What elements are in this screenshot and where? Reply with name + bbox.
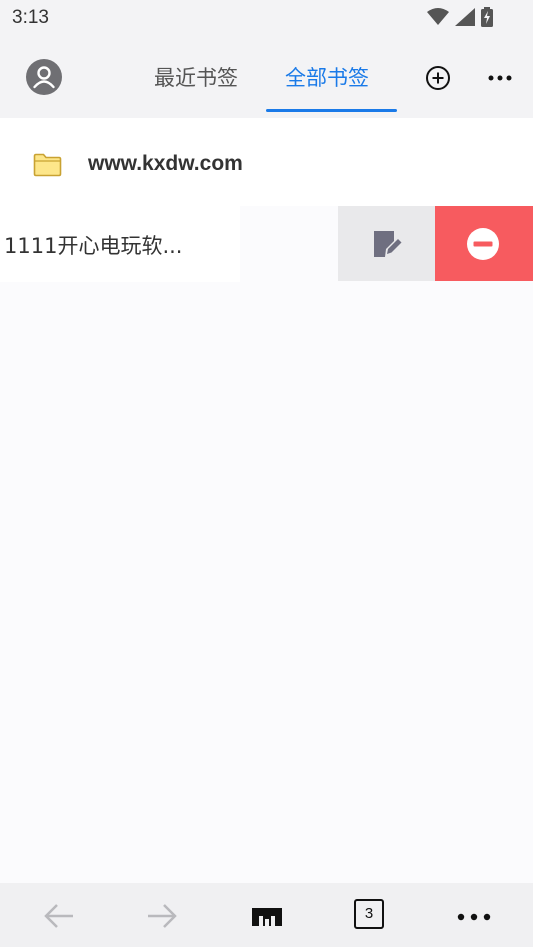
folder-label: www.kxdw.com [88, 152, 243, 175]
more-options-button[interactable] [488, 69, 514, 87]
wifi-icon [427, 8, 449, 25]
tabs-button[interactable]: 3 [354, 899, 386, 931]
active-tab-indicator [266, 109, 397, 112]
forward-button[interactable] [146, 901, 178, 931]
edit-note-icon [374, 231, 402, 257]
status-bar: 3:13 [0, 0, 533, 36]
bookmark-list: www.kxdw.com 1111开心电玩软... [0, 118, 533, 883]
avatar[interactable] [26, 59, 62, 95]
list-item[interactable]: 1111开心电玩软... [0, 206, 240, 282]
bookmarks-header: 最近书签 全部书签 [0, 36, 533, 118]
folder-icon [33, 153, 62, 177]
back-button[interactable] [43, 901, 75, 931]
tab-recent-bookmarks[interactable]: 最近书签 [154, 63, 238, 93]
bookmark-folder-row[interactable]: www.kxdw.com [0, 118, 533, 206]
cell-signal-icon [455, 8, 475, 26]
tabs-icon: 3 [354, 899, 384, 929]
battery-charging-icon [481, 7, 493, 27]
bookmark-row[interactable]: 1111开心电玩软... [0, 206, 533, 282]
remove-circle-icon [467, 228, 499, 260]
main-menu-button[interactable] [456, 909, 492, 923]
back-arrow-icon [44, 904, 73, 928]
bookmark-title: 1111开心电玩软... [4, 234, 183, 258]
delete-bookmark-button[interactable] [435, 206, 533, 281]
bottom-toolbar: 3 [0, 883, 533, 947]
menu-dots-icon [457, 913, 491, 921]
more-horizontal-icon [488, 75, 512, 81]
status-time: 3:13 [12, 7, 49, 28]
forward-arrow-icon [148, 904, 177, 928]
tab-all-bookmarks[interactable]: 全部书签 [285, 63, 369, 93]
edit-bookmark-button[interactable] [338, 206, 435, 281]
tab-count: 3 [364, 905, 374, 922]
add-circle-icon [426, 66, 450, 90]
avatar-icon [26, 59, 62, 95]
home-icon [252, 908, 282, 926]
home-button[interactable] [251, 905, 283, 935]
add-bookmark-button[interactable] [425, 65, 451, 91]
